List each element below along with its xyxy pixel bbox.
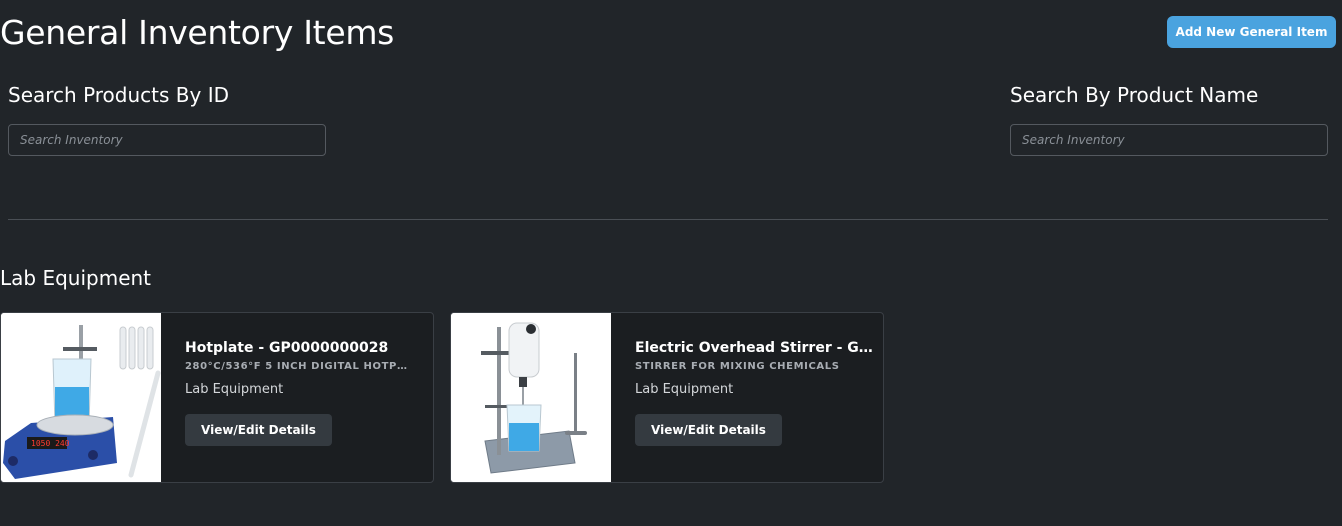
product-category: Lab Equipment: [185, 382, 284, 397]
view-edit-details-button[interactable]: View/Edit Details: [635, 414, 782, 446]
product-subtitle: 280°C/536°F 5 INCH DIGITAL HOTPLATE MAGN…: [185, 361, 407, 372]
product-category: Lab Equipment: [635, 382, 734, 397]
search-by-id-block: Search Products By ID: [8, 82, 326, 156]
search-by-id-label: Search Products By ID: [8, 83, 229, 107]
section-divider: [8, 219, 1328, 220]
product-card: Electric Overhead Stirrer - GP0000000029…: [450, 312, 884, 483]
inventory-page: General Inventory Items Add New General …: [0, 0, 1342, 526]
section-title: Lab Equipment: [0, 266, 152, 290]
product-title: Hotplate - GP0000000028: [185, 340, 389, 356]
svg-text:1050 240: 1050 240: [31, 439, 70, 448]
overhead-stirrer-image: [451, 313, 611, 482]
product-card-body: Hotplate - GP0000000028 280°C/536°F 5 IN…: [161, 313, 433, 482]
search-by-name-block: Search By Product Name: [1010, 82, 1328, 156]
product-title: Electric Overhead Stirrer - GP0000000029: [635, 340, 881, 356]
search-by-name-input[interactable]: [1010, 124, 1328, 156]
add-new-general-item-button[interactable]: Add New General Item: [1167, 16, 1336, 48]
hotplate-image: 1050 240: [1, 313, 161, 482]
search-by-name-label: Search By Product Name: [1010, 83, 1259, 107]
search-by-id-input[interactable]: [8, 124, 326, 156]
page-title: General Inventory Items: [0, 13, 395, 52]
product-card-body: Electric Overhead Stirrer - GP0000000029…: [611, 313, 883, 482]
view-edit-details-button[interactable]: View/Edit Details: [185, 414, 332, 446]
product-subtitle: STIRRER FOR MIXING CHEMICALS: [635, 361, 840, 372]
product-card: 1050 240 Hotplate - GP0000000028 280°C/5…: [0, 312, 434, 483]
